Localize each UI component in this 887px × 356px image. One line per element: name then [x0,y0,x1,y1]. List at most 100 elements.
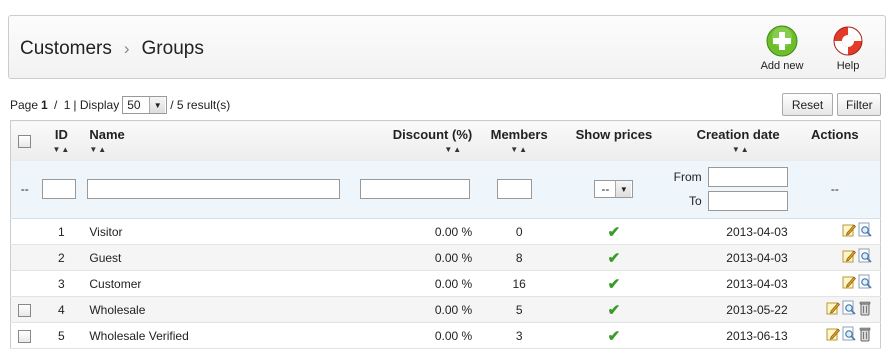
column-header-show-prices: Show prices [556,120,672,161]
breadcrumb-customers[interactable]: Customers [20,38,112,60]
display-count-select[interactable]: 50 ▼ [122,96,168,114]
cell-show-prices: ✔ [556,244,672,271]
groups-table: ID ▼▲ Name ▼▲ Discount (%) ▼▲ Members ▼▲ Sho… [10,120,881,349]
page-label: Page [10,98,39,112]
actions-header-label: Actions [810,127,859,142]
breadcrumb-separator: › [123,39,130,58]
edit-icon[interactable] [826,300,840,319]
filter-name-input[interactable] [87,179,341,200]
creation-date-header-label: Creation date [696,127,780,142]
display-count-value: 50 [127,98,141,112]
edit-icon[interactable] [826,326,840,345]
cell-show-prices: ✔ [556,296,672,323]
row-select-cell [10,270,39,297]
add-new-button[interactable]: Add new [754,25,810,72]
date-to-label: To [688,194,702,209]
sort-arrows-icon[interactable]: ▼▲ [350,145,472,154]
cell-members: 3 [482,322,557,349]
filter-button[interactable]: Filter [837,93,881,116]
delete-icon[interactable] [858,326,872,345]
view-icon[interactable] [842,300,856,319]
select-all-checkbox[interactable] [18,135,32,148]
cell-name[interactable]: Wholesale [84,296,351,323]
add-new-label: Add new [760,60,804,72]
check-icon: ✔ [607,249,621,267]
cell-members: 0 [482,218,557,245]
edit-icon[interactable] [842,222,856,241]
table-row[interactable]: 2 Guest 0.00 % 8 ✔ 2013-04-03 [10,244,881,271]
row-checkbox[interactable] [18,303,32,317]
sort-arrows-icon[interactable]: ▼▲ [482,145,556,154]
cell-id: 2 [38,244,85,271]
help-button[interactable]: Help [820,25,876,72]
table-row[interactable]: 3 Customer 0.00 % 16 ✔ 2013-04-03 [10,270,881,297]
page-current: 1 [41,98,48,112]
table-row[interactable]: 5 Wholesale Verified 0.00 % 3 ✔ 2013-06-13 [10,322,881,349]
cell-discount: 0.00 % [350,296,483,323]
table-body: 1 Visitor 0.00 % 0 ✔ 2013-04-03 2 Guest 0.00 % 8 ✔… [10,218,881,349]
row-checkbox[interactable] [18,329,32,343]
cell-show-prices: ✔ [556,322,672,349]
filter-show-prices-select[interactable]: -- ▼ [594,180,634,199]
column-header-discount: Discount (%) ▼▲ [350,120,483,161]
chevron-down-icon: ▼ [149,97,166,113]
row-select-cell [10,322,39,349]
cell-creation-date: 2013-04-03 [671,270,790,297]
view-icon[interactable] [858,222,872,241]
sort-arrows-icon[interactable]: ▼▲ [672,145,780,154]
reset-button[interactable]: Reset [782,93,833,116]
cell-discount: 0.00 % [350,218,483,245]
cell-name[interactable]: Customer [84,270,351,297]
cell-actions [789,322,881,349]
view-icon[interactable] [858,274,872,293]
cell-creation-date: 2013-04-03 [671,218,790,245]
check-icon: ✔ [607,223,621,241]
cell-name[interactable]: Wholesale Verified [84,322,351,349]
filter-discount-input[interactable] [360,179,471,200]
cell-discount: 0.00 % [350,270,483,297]
cell-creation-date: 2013-05-22 [671,296,790,323]
date-from-input[interactable] [707,167,788,188]
cell-id: 4 [38,296,85,323]
view-icon[interactable] [858,248,872,267]
date-to-input[interactable] [707,191,788,212]
cell-actions [789,218,881,245]
cell-name[interactable]: Visitor [84,218,351,245]
sort-arrows-icon[interactable]: ▼▲ [89,145,350,154]
delete-icon[interactable] [858,300,872,319]
cell-actions [789,244,881,271]
cell-creation-date: 2013-06-13 [671,322,790,349]
filter-actions-dash: -- [789,160,881,219]
cell-discount: 0.00 % [350,322,483,349]
column-header-members: Members ▼▲ [482,120,557,161]
column-header-creation-date: Creation date ▼▲ [671,120,790,161]
breadcrumb-groups: Groups [141,38,204,59]
table-row[interactable]: 1 Visitor 0.00 % 0 ✔ 2013-04-03 [10,218,881,245]
row-select-cell [10,218,39,245]
table-row[interactable]: 4 Wholesale 0.00 % 5 ✔ 2013-05-22 [10,296,881,323]
cell-members: 8 [482,244,557,271]
cell-name[interactable]: Guest [84,244,351,271]
show-prices-header-label: Show prices [575,127,653,142]
filter-members-input[interactable] [497,179,533,200]
filter-id-input[interactable] [42,179,77,200]
cell-actions [789,270,881,297]
edit-icon[interactable] [842,274,856,293]
select-all-header [10,120,39,161]
cell-members: 5 [482,296,557,323]
edit-icon[interactable] [842,248,856,267]
pagination: Page 1 / 1 | Display 50 ▼ / 5 result(s) [10,96,230,114]
page-separator: / [50,98,61,112]
view-icon[interactable] [842,326,856,345]
chevron-down-icon: ▼ [615,181,632,198]
sort-arrows-icon[interactable]: ▼▲ [38,145,84,154]
column-header-actions: Actions [789,120,881,161]
cell-id: 1 [38,218,85,245]
help-label: Help [836,60,860,72]
name-header-label: Name [89,127,125,142]
add-icon [766,25,798,57]
check-icon: ✔ [607,327,621,345]
filter-show-prices-value: -- [601,182,610,197]
filter-row: -- -- ▼ From To -- [10,160,881,219]
row-select-cell [10,244,39,271]
